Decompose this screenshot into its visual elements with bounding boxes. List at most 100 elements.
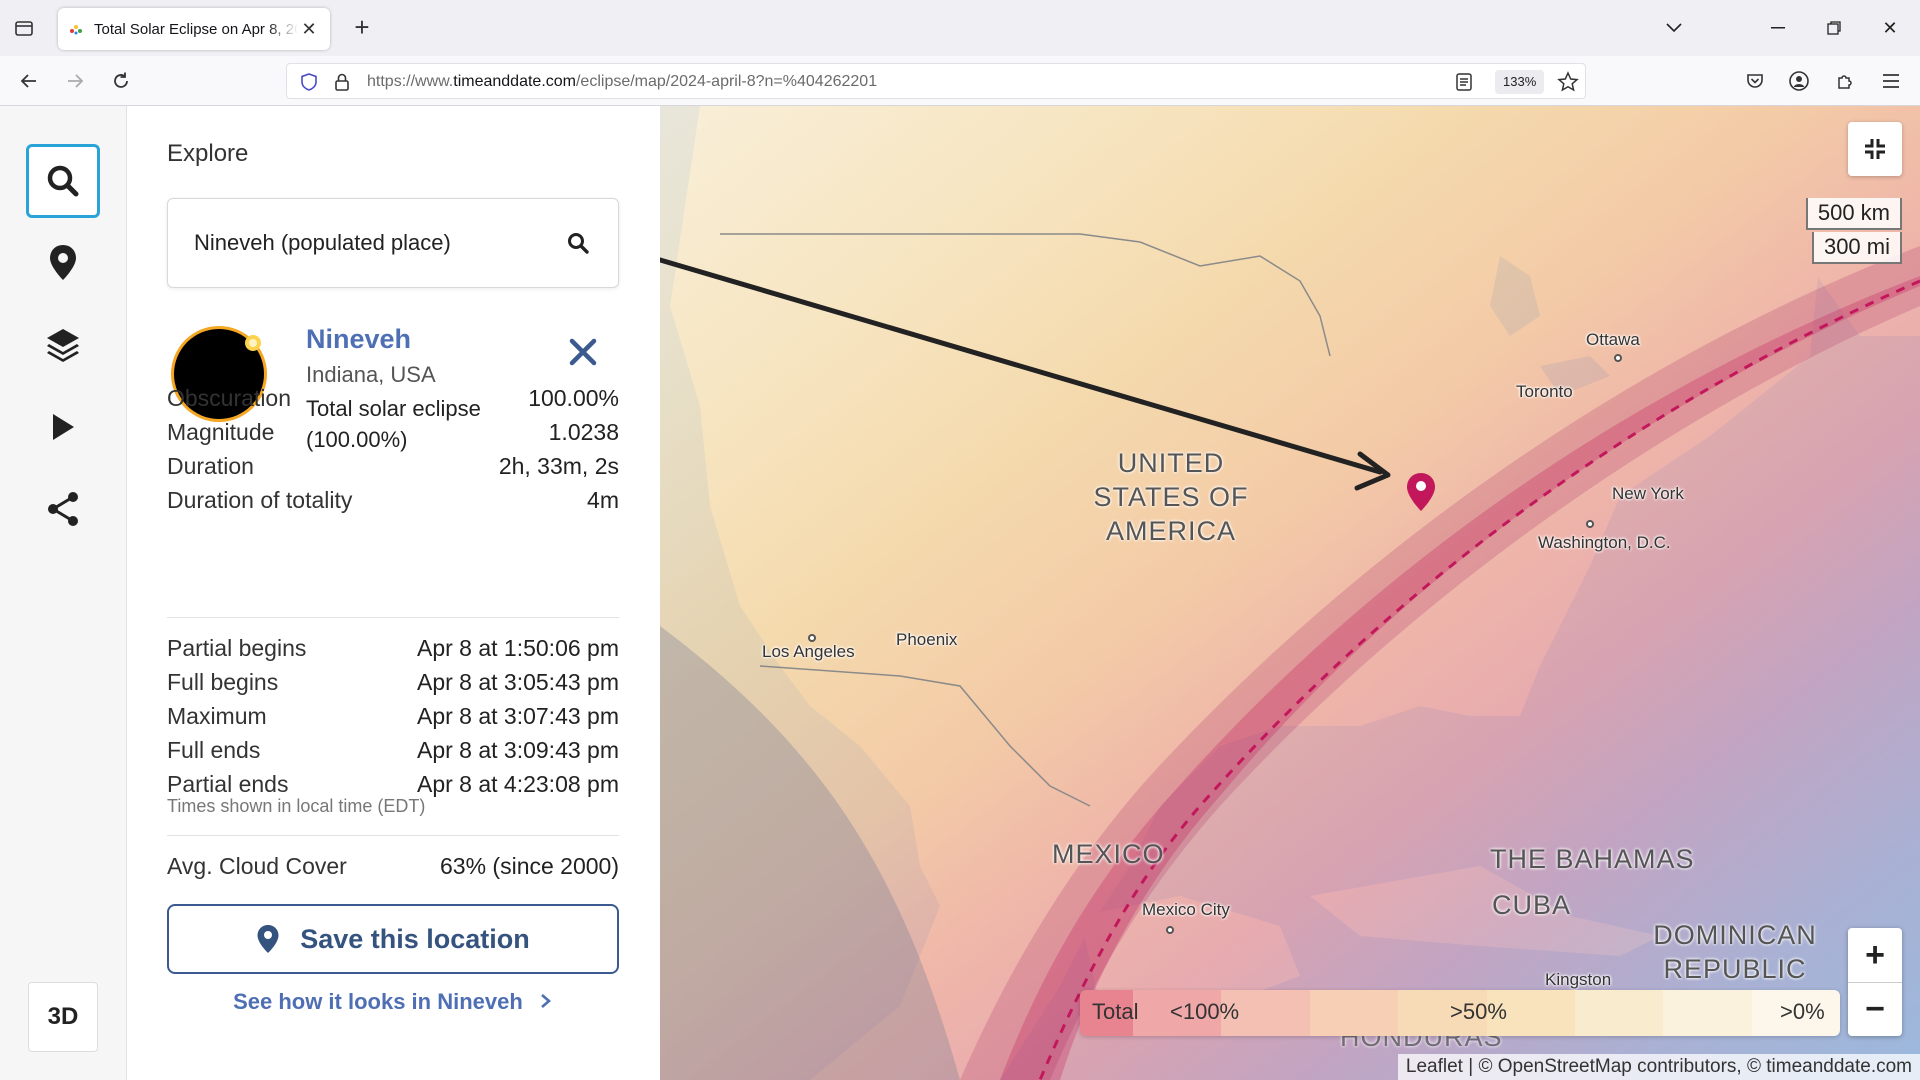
location-pin-icon: [257, 925, 279, 953]
extensions-button[interactable]: [1830, 66, 1860, 96]
play-animation-button[interactable]: [26, 390, 100, 464]
stat-row: Obscuration 100.00%: [167, 385, 619, 411]
search-input[interactable]: Nineveh (populated place): [167, 198, 619, 288]
3d-view-button[interactable]: 3D: [28, 982, 98, 1052]
save-location-button[interactable]: Save this location: [167, 904, 619, 974]
city-dot: [1166, 926, 1174, 934]
place-name[interactable]: Nineveh: [306, 324, 411, 355]
back-arrow-icon: [20, 74, 36, 88]
restore-button[interactable]: [1814, 12, 1854, 44]
search-submit-icon[interactable]: [566, 231, 590, 255]
city-label: Phoenix: [896, 630, 958, 649]
layers-icon: [47, 329, 79, 362]
eclipse-stats: Obscuration 100.00% Magnitude 1.0238 Durat…: [167, 381, 619, 517]
zoom-level-badge[interactable]: 133%: [1495, 70, 1545, 94]
city-label: Kingston: [1545, 970, 1612, 989]
legend-label: >50%: [1450, 999, 1507, 1024]
city-label: Toronto: [1516, 382, 1573, 401]
legend-total-label: Total: [1092, 999, 1139, 1024]
country-label: THE BAHAMAS: [1490, 844, 1695, 874]
panel-title: Explore: [167, 140, 249, 167]
shield-icon[interactable]: [299, 72, 319, 92]
zoom-out-button[interactable]: −: [1848, 982, 1902, 1036]
city-label: New York: [1612, 484, 1684, 503]
close-result-icon[interactable]: [567, 336, 599, 368]
see-link-label: See how it looks in Nineveh: [233, 989, 523, 1014]
chevron-right-icon: [541, 994, 551, 1008]
tab-title: Total Solar Eclipse on Apr 8, 2024: [94, 20, 298, 38]
divider: [167, 835, 619, 836]
legend-swatch: [1309, 990, 1399, 1036]
time-row: Partial begins Apr 8 at 1:50:06 pm: [167, 635, 619, 661]
reload-button[interactable]: [106, 66, 136, 96]
browser-tab[interactable]: Total Solar Eclipse on Apr 8, 2024 ✕: [58, 8, 330, 50]
list-all-tabs-button[interactable]: [10, 14, 38, 42]
zoom-in-button[interactable]: +: [1848, 928, 1902, 982]
save-location-label: Save this location: [300, 923, 530, 954]
account-icon: [1789, 71, 1809, 91]
time-row: Full begins Apr 8 at 3:05:43 pm: [167, 669, 619, 695]
account-button[interactable]: [1784, 66, 1814, 96]
legend-label: >0%: [1780, 999, 1825, 1024]
city-label: Los Angeles: [762, 642, 855, 661]
forward-arrow-icon: [68, 74, 84, 88]
eclipse-times: Partial begins Apr 8 at 1:50:06 pm Full b…: [167, 631, 619, 801]
country-label: MEXICO: [1052, 839, 1165, 869]
stat-row: Duration of totality 4m: [167, 487, 619, 513]
cloud-cover: Avg. Cloud Cover 63% (since 2000): [167, 849, 619, 883]
favicon-icon: [70, 25, 82, 35]
pocket-button[interactable]: [1740, 66, 1770, 96]
reader-view-icon[interactable]: [1455, 72, 1473, 92]
navigation-toolbar: https://www.timeanddate.com/eclipse/map/…: [0, 56, 1920, 106]
layers-tool-button[interactable]: [26, 308, 100, 382]
minimize-button[interactable]: [1758, 12, 1798, 44]
legend-swatch: [1574, 990, 1664, 1036]
collapse-arrows-icon: [1865, 139, 1885, 159]
bookmark-star-icon[interactable]: [1557, 71, 1579, 93]
city-dot: [1586, 520, 1594, 528]
tab-close-icon[interactable]: ✕: [298, 18, 320, 40]
city-label: Ottawa: [1586, 330, 1640, 349]
time-row: Maximum Apr 8 at 3:07:43 pm: [167, 703, 619, 729]
hamburger-menu-icon: [1883, 74, 1899, 88]
puzzle-icon: [1838, 75, 1852, 89]
stat-row: Magnitude 1.0238: [167, 419, 619, 445]
city-dot: [808, 634, 816, 642]
map-attribution[interactable]: Leaflet | © OpenStreetMap contributors, …: [1397, 1054, 1920, 1080]
app-menu-button[interactable]: [1876, 66, 1906, 96]
explore-panel: Explore Nineveh (populated place) Nineve…: [128, 106, 660, 1080]
exit-fullscreen-button[interactable]: [1848, 122, 1902, 176]
forward-button[interactable]: [60, 66, 90, 96]
tab-strip: Total Solar Eclipse on Apr 8, 2024 ✕ + ✕: [0, 0, 1920, 56]
url-text: https://www.timeanddate.com/eclipse/map/…: [367, 73, 878, 90]
tab-overflow-chevron-icon[interactable]: [1654, 12, 1694, 44]
search-query-text[interactable]: Nineveh (populated place): [194, 230, 451, 256]
country-label: DOMINICAN REPUBLIC: [1653, 920, 1817, 984]
reload-icon: [114, 72, 128, 88]
share-tool-button[interactable]: [26, 472, 100, 546]
country-label: CUBA: [1492, 890, 1572, 920]
divider: [167, 617, 619, 618]
play-icon: [53, 414, 74, 440]
stat-row: Duration 2h, 33m, 2s: [167, 453, 619, 479]
new-tab-button[interactable]: +: [348, 14, 376, 42]
times-note: Times shown in local time (EDT): [167, 796, 426, 816]
eclipse-map[interactable]: Ottawa Toronto New York Washington, D.C.…: [660, 106, 1920, 1080]
lock-icon[interactable]: [333, 72, 351, 92]
country-label: UNITED STATES OF AMERICA: [1093, 448, 1249, 546]
legend-label: <100%: [1170, 999, 1240, 1024]
scale-km: 500 km: [1805, 198, 1902, 230]
location-marker-icon[interactable]: [1406, 472, 1436, 512]
close-window-button[interactable]: ✕: [1870, 12, 1910, 44]
pocket-icon: [1747, 74, 1763, 88]
city-dot: [1614, 354, 1622, 362]
share-icon: [48, 492, 78, 526]
address-bar[interactable]: https://www.timeanddate.com/eclipse/map/…: [286, 63, 1586, 99]
search-icon: [47, 165, 79, 197]
see-how-it-looks-link[interactable]: See how it looks in Nineveh: [167, 989, 619, 1015]
back-button[interactable]: [14, 66, 44, 96]
location-tool-button[interactable]: [26, 226, 100, 300]
search-tool-button[interactable]: [26, 144, 100, 218]
zoom-control: + −: [1848, 928, 1902, 1036]
city-label: Mexico City: [1142, 900, 1230, 919]
